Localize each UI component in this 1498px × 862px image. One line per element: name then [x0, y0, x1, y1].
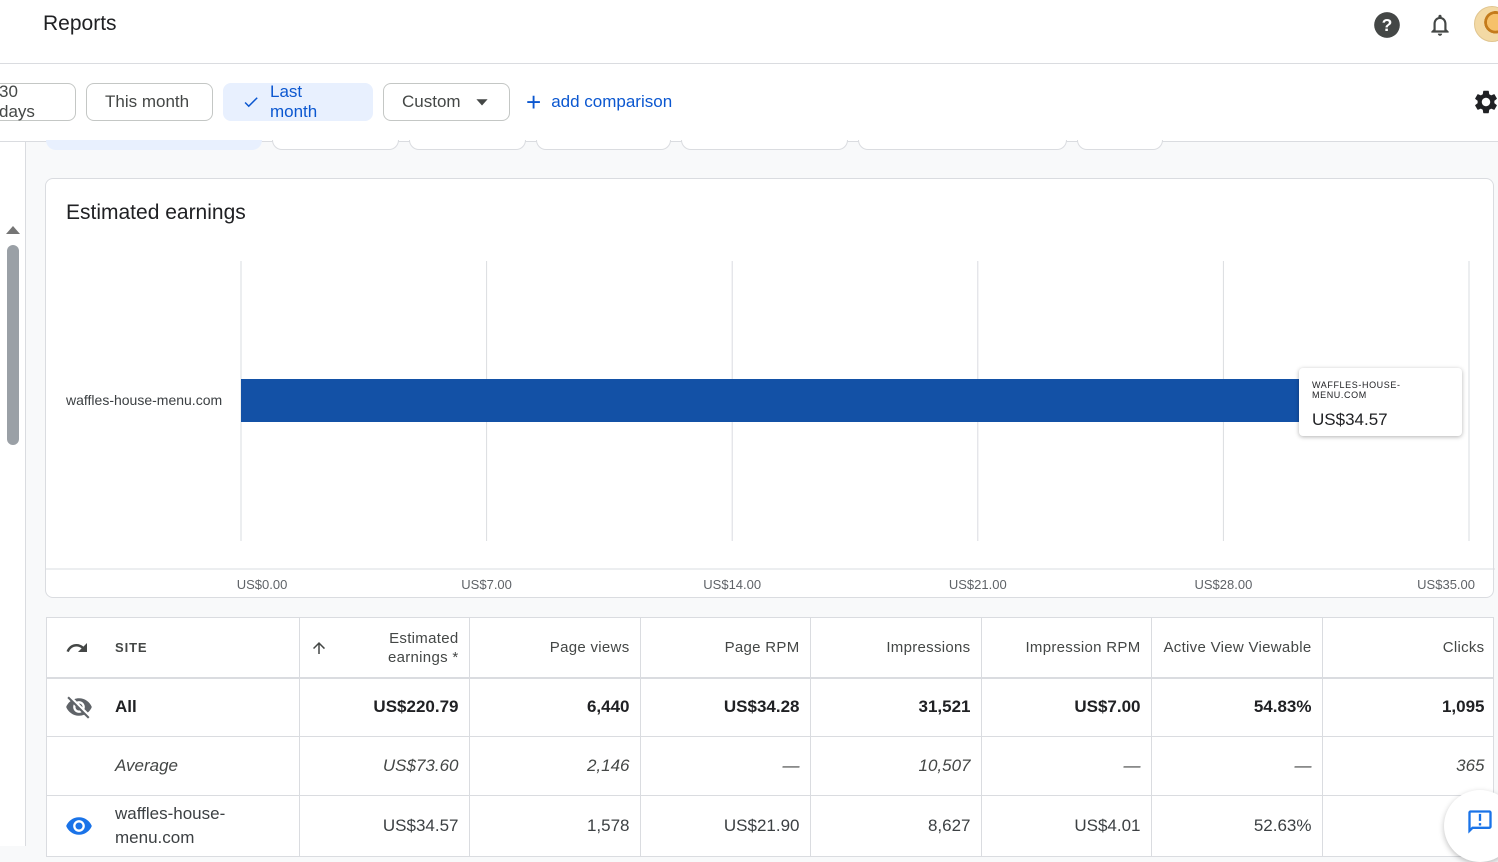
- cell-impressions: 31,521: [810, 678, 982, 737]
- cell-active-view: —: [1151, 736, 1323, 796]
- row-name: waffles-house-menu.com: [115, 804, 226, 847]
- cell-page-rpm: —: [640, 736, 811, 796]
- check-icon: [244, 97, 258, 108]
- chart-tooltip: WAFFLES-HOUSE-MENU.COM US$34.57: [1299, 368, 1462, 436]
- active-view-column-header[interactable]: Active View Viewable: [1151, 618, 1323, 679]
- cell-page-rpm: US$21.90: [640, 795, 811, 856]
- settings-gear-icon[interactable]: [1472, 88, 1498, 121]
- tab-edge: [681, 140, 848, 150]
- bar-chart: US$0.00 US$7.00 US$14.00 US$21.00 US$28.00 US…: [46, 261, 1495, 592]
- cell-clicks: 365: [1322, 736, 1493, 796]
- table-row-average: Average US$73.60 2,146 — 10,507 — — 365: [47, 736, 1493, 796]
- feedback-icon: [1468, 810, 1492, 834]
- page-rpm-column-header[interactable]: Page RPM: [640, 618, 811, 679]
- impressions-column-header[interactable]: Impressions: [810, 618, 982, 679]
- cell-impression-rpm: US$7.00: [981, 678, 1152, 737]
- clicks-column-header[interactable]: Clicks: [1322, 618, 1493, 679]
- undo-back-icon[interactable]: [65, 636, 89, 660]
- help-icon[interactable]: ?: [1372, 10, 1402, 40]
- cell-impressions: 10,507: [810, 736, 982, 796]
- cell-impression-rpm: —: [981, 736, 1152, 796]
- notifications-bell-icon[interactable]: [1425, 10, 1455, 40]
- estimated-earnings-chart-card: Estimated earnings US$0.00 US$7.00 US$14.0…: [45, 178, 1495, 598]
- plus-icon: +: [526, 87, 542, 117]
- category-label: waffles-house-menu.com: [65, 392, 222, 408]
- x-tick-label: US$28.00: [1194, 577, 1252, 592]
- x-tick-label: US$21.00: [949, 577, 1007, 592]
- row-name: All: [115, 697, 137, 717]
- x-tick-label: US$0.00: [237, 577, 288, 592]
- estimated-earnings-column-header[interactable]: Estimated earnings *: [299, 618, 470, 679]
- tooltip-site: WAFFLES-HOUSE-MENU.COM: [1312, 380, 1401, 400]
- tab-edge: [858, 140, 1067, 150]
- date-filter-bar: 30 days This month Last month Custom + a…: [0, 64, 1498, 142]
- chip-30-days[interactable]: 30 days: [0, 82, 76, 121]
- chip-label: This month: [105, 92, 190, 111]
- bar: [241, 379, 1454, 422]
- cell-page-views: 1,578: [469, 795, 641, 856]
- visibility-icon[interactable]: [65, 812, 93, 840]
- site-column-header[interactable]: SITE: [47, 618, 300, 679]
- table-row-site[interactable]: waffles-house-menu.com US$34.57 1,578 US…: [47, 795, 1493, 856]
- page-title: Reports: [43, 12, 117, 35]
- cell-estimated-earnings: US$34.57: [299, 795, 470, 856]
- x-tick-label: US$14.00: [703, 577, 761, 592]
- table-header-row: SITE Estimated earnings * Page views Pag…: [47, 618, 1493, 679]
- top-app-bar: Reports ?: [0, 0, 1498, 64]
- cell-active-view: 54.83%: [1151, 678, 1323, 737]
- chip-last-month[interactable]: Last month: [223, 82, 373, 121]
- page-views-column-header[interactable]: Page views: [469, 618, 641, 679]
- dropdown-arrow-icon: [475, 99, 488, 106]
- row-name-cell: waffles-house-menu.com: [47, 795, 300, 856]
- account-avatar[interactable]: [1474, 6, 1498, 42]
- impression-rpm-column-header[interactable]: Impression RPM: [981, 618, 1152, 679]
- tab-edge: [536, 140, 671, 150]
- tooltip-value: US$34.57: [1312, 410, 1388, 429]
- cell-clicks: 1,095: [1322, 678, 1493, 737]
- visibility-off-icon[interactable]: [65, 693, 93, 721]
- row-name-cell: Average: [47, 736, 300, 796]
- estimated-earnings-header-label: Estimated earnings *: [387, 629, 459, 666]
- tab-edge: [409, 140, 526, 150]
- site-header-label: SITE: [115, 640, 148, 655]
- x-tick-label: US$7.00: [461, 577, 512, 592]
- chip-this-month[interactable]: This month: [86, 83, 213, 121]
- row-name-cell: All: [47, 678, 300, 737]
- table-row-all: All US$220.79 6,440 US$34.28 31,521 US$7…: [47, 678, 1493, 737]
- x-tick-label: US$35.00: [1417, 577, 1475, 592]
- chip-label: 30 days: [0, 82, 35, 121]
- tab-edge: [1077, 140, 1163, 150]
- tab-edge: [46, 140, 262, 150]
- svg-text:?: ?: [1382, 15, 1393, 35]
- cell-estimated-earnings: US$220.79: [299, 678, 470, 737]
- cell-impression-rpm: US$4.01: [981, 795, 1152, 856]
- sort-ascending-arrow-icon[interactable]: [310, 639, 328, 657]
- cell-estimated-earnings: US$73.60: [299, 736, 470, 796]
- cell-page-views: 6,440: [469, 678, 641, 737]
- cell-active-view: 52.63%: [1151, 795, 1323, 856]
- report-table-card: SITE Estimated earnings * Page views Pag…: [46, 617, 1494, 857]
- cell-page-rpm: US$34.28: [640, 678, 811, 737]
- chip-custom-dropdown[interactable]: Custom: [383, 83, 510, 121]
- scroll-up-arrow-icon[interactable]: [6, 226, 20, 234]
- chip-label: Last month: [269, 82, 318, 121]
- report-table: SITE Estimated earnings * Page views Pag…: [47, 618, 1493, 856]
- row-name: Average: [115, 755, 179, 775]
- cell-page-views: 2,146: [469, 736, 641, 796]
- chip-label: Custom: [402, 92, 461, 111]
- scrollbar-thumb[interactable]: [7, 245, 19, 445]
- add-comparison-button[interactable]: + add comparison: [526, 83, 672, 121]
- cell-impressions: 8,627: [810, 795, 982, 856]
- add-comparison-label: add comparison: [551, 92, 673, 111]
- tab-edge: [272, 140, 399, 150]
